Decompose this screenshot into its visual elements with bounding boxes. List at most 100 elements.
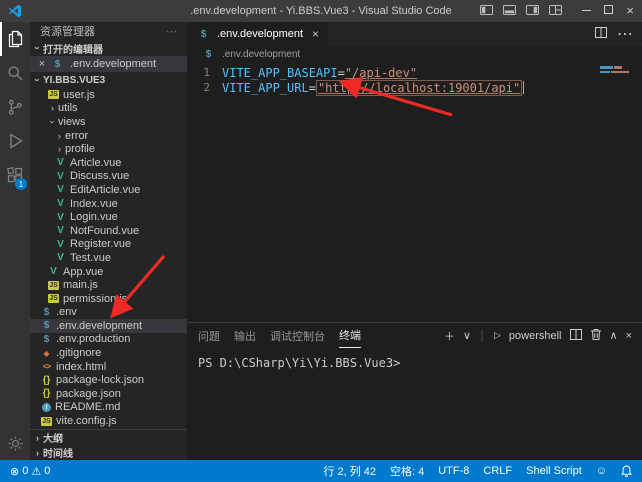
bottom-panel: 问题 输出 调试控制台 终端 ＋ ∨ │ ▷ powershell ∧ ×	[188, 322, 642, 460]
project-section-header[interactable]: › YI.BBS.VUE3	[30, 72, 187, 88]
chevron-right-icon: ›	[32, 433, 43, 443]
tab-env-development[interactable]: $ .env.development ×	[188, 22, 328, 46]
timeline-section[interactable]: › 时间线	[30, 445, 187, 460]
file-label: .env.production	[56, 333, 130, 345]
chevron-down-icon[interactable]: ∨	[463, 329, 471, 342]
tree-item-NotFound.vue[interactable]: VNotFound.vue	[30, 224, 187, 238]
tree-item-index.html[interactable]: <>index.html	[30, 360, 187, 374]
split-terminal-icon[interactable]	[570, 329, 582, 343]
breadcrumb-item[interactable]: .env.development	[222, 49, 300, 60]
kill-terminal-icon[interactable]	[590, 328, 602, 344]
maximize-panel-icon[interactable]: ∧	[610, 329, 618, 342]
file-label: error	[65, 130, 88, 142]
file-label: NotFound.vue	[70, 225, 139, 237]
code-editor[interactable]: 1VITE_APP_BASEAPI="/api-dev"2VITE_APP_UR…	[188, 62, 642, 322]
problems-status[interactable]: ⊗0 ⚠0	[10, 465, 50, 478]
more-actions-icon[interactable]: ⋯	[166, 25, 177, 38]
eol-sequence[interactable]: CRLF	[483, 465, 512, 477]
toggle-panel-icon[interactable]	[503, 2, 516, 20]
vue-file-icon: V	[54, 239, 67, 250]
extensions-icon[interactable]: 1	[0, 158, 30, 192]
split-editor-icon[interactable]	[595, 25, 607, 43]
js-file-icon: JS	[48, 90, 59, 99]
terminal-content[interactable]: PS D:\CSharp\Yi\Yi.BBS.Vue3>	[188, 348, 642, 460]
minimap[interactable]	[600, 66, 634, 73]
breadcrumb[interactable]: $ .env.development	[188, 46, 642, 62]
vue-file-icon: V	[54, 212, 67, 223]
minimize-icon[interactable]	[582, 2, 592, 20]
terminal-profile-label[interactable]: powershell	[509, 330, 562, 342]
tree-item-profile[interactable]: ›profile	[30, 142, 187, 156]
tree-item-Register.vue[interactable]: VRegister.vue	[30, 238, 187, 252]
terminal-profile-icon: ▷	[494, 330, 501, 341]
encoding[interactable]: UTF-8	[438, 465, 469, 477]
text-cursor	[523, 81, 524, 94]
tree-item-user.js[interactable]: JS user.js	[30, 88, 187, 102]
tree-item-EditArticle.vue[interactable]: VEditArticle.vue	[30, 183, 187, 197]
settings-gear-icon[interactable]	[0, 426, 30, 460]
close-window-icon[interactable]: ×	[626, 6, 634, 16]
tab-output[interactable]: 输出	[234, 323, 256, 348]
tree-item-views[interactable]: ›views	[30, 115, 187, 129]
explorer-icon[interactable]	[0, 22, 30, 56]
tree-item-utils[interactable]: ›utils	[30, 102, 187, 116]
extensions-badge: 1	[15, 178, 27, 190]
tree-item-vite.config.js[interactable]: JSvite.config.js	[30, 414, 187, 428]
tree-item-Login.vue[interactable]: VLogin.vue	[30, 210, 187, 224]
indentation[interactable]: 空格: 4	[390, 463, 424, 479]
tree-item-Article.vue[interactable]: VArticle.vue	[30, 156, 187, 170]
outline-section[interactable]: › 大纲	[30, 430, 187, 445]
line-number: 1	[188, 66, 222, 79]
tab-problems[interactable]: 问题	[198, 323, 220, 348]
code-line-1[interactable]: 1VITE_APP_BASEAPI="/api-dev"	[188, 65, 642, 80]
tree-item-package.json[interactable]: {}package.json	[30, 387, 187, 401]
feedback-smiley-icon[interactable]: ☺	[596, 465, 607, 477]
tab-debug-console[interactable]: 调试控制台	[270, 323, 325, 348]
new-terminal-icon[interactable]: ＋	[444, 328, 455, 344]
open-editor-item[interactable]: × $ .env.development	[30, 56, 187, 72]
vue-file-icon: V	[54, 225, 67, 236]
language-mode[interactable]: Shell Script	[526, 465, 582, 477]
code-line-2[interactable]: 2VITE_APP_URL="http://localhost:19001/ap…	[188, 80, 642, 95]
vue-file-icon: V	[54, 184, 67, 195]
chevron-down-icon: ›	[33, 43, 43, 54]
vue-file-icon: V	[47, 266, 60, 277]
tree-item-Discuss.vue[interactable]: VDiscuss.vue	[30, 170, 187, 184]
tree-item-.env[interactable]: $.env	[30, 306, 187, 320]
notifications-bell-icon[interactable]	[621, 465, 632, 477]
terminal-prompt: PS D:\CSharp\Yi\Yi.BBS.Vue3>	[198, 356, 400, 370]
file-label: Register.vue	[70, 238, 131, 250]
tree-item-README.md[interactable]: iREADME.md	[30, 401, 187, 415]
toggle-secondary-sidebar-icon[interactable]	[526, 2, 539, 20]
tree-item-.env.production[interactable]: $.env.production	[30, 333, 187, 347]
toggle-sidebar-icon[interactable]	[480, 2, 493, 20]
tree-item-Index.vue[interactable]: VIndex.vue	[30, 197, 187, 211]
title-bar: .env.development - Yi.BBS.Vue3 - Visual …	[0, 0, 642, 22]
tree-item-package-lock.json[interactable]: {}package-lock.json	[30, 373, 187, 387]
chevron-right-icon: ›	[32, 448, 43, 458]
more-actions-icon[interactable]: ⋯	[617, 24, 633, 44]
vscode-logo-icon	[8, 4, 22, 18]
tree-item-Test.vue[interactable]: VTest.vue	[30, 251, 187, 265]
tree-item-main.js[interactable]: JSmain.js	[30, 278, 187, 292]
source-control-icon[interactable]	[0, 90, 30, 124]
file-label: package.json	[56, 388, 121, 400]
tree-item-.env.development[interactable]: $.env.development	[30, 319, 187, 333]
tree-item-error[interactable]: ›error	[30, 129, 187, 143]
close-panel-icon[interactable]: ×	[626, 330, 632, 342]
close-icon[interactable]: ×	[36, 58, 48, 70]
tree-item-.gitignore[interactable]: ◆.gitignore	[30, 346, 187, 360]
env-file-icon: $	[197, 29, 210, 40]
file-label: utils	[58, 102, 78, 114]
file-label: user.js	[63, 89, 95, 101]
search-icon[interactable]	[0, 56, 30, 90]
maximize-icon[interactable]	[604, 2, 614, 20]
open-editors-header[interactable]: › 打开的编辑器	[30, 40, 187, 56]
run-debug-icon[interactable]	[0, 124, 30, 158]
tree-item-permission.js[interactable]: JSpermission.js	[30, 292, 187, 306]
cursor-position[interactable]: 行 2, 列 42	[323, 463, 376, 479]
tab-terminal[interactable]: 终端	[339, 323, 361, 348]
customize-layout-icon[interactable]	[549, 2, 562, 20]
tree-item-App.vue[interactable]: VApp.vue	[30, 265, 187, 279]
close-tab-icon[interactable]: ×	[312, 27, 319, 41]
